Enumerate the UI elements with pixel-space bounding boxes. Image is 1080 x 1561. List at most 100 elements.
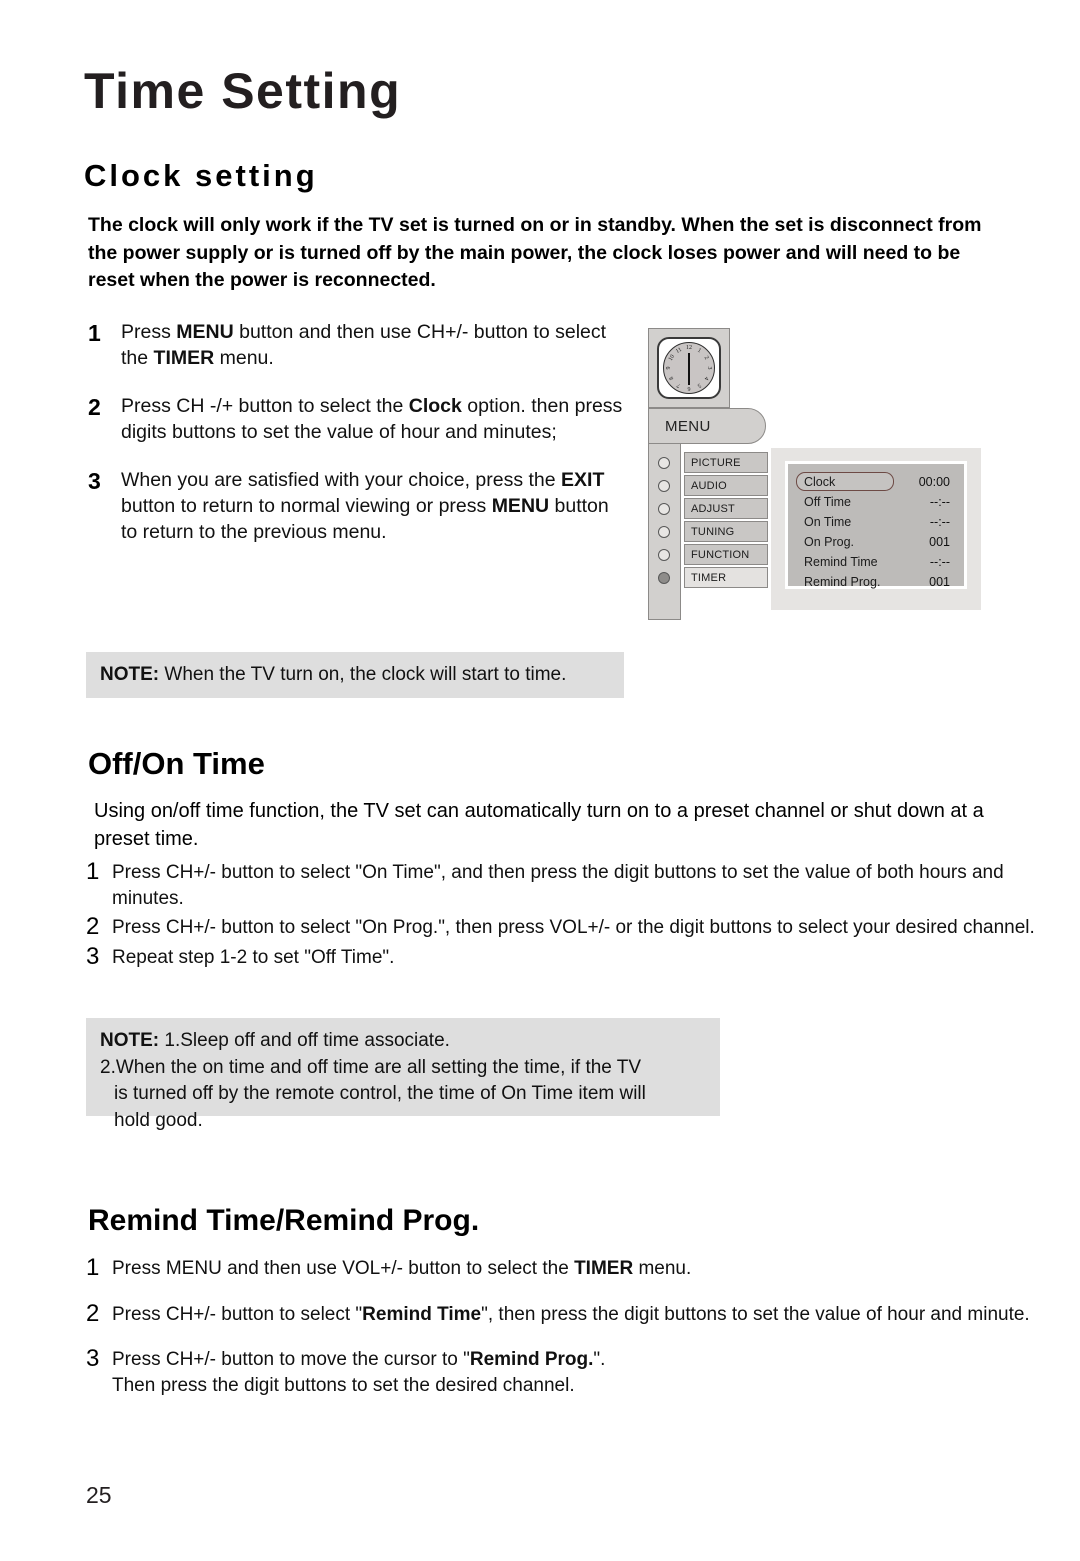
osd-row[interactable]: On Time --:--: [788, 512, 964, 532]
clock-numeral: 9: [666, 366, 672, 370]
menu-item-function[interactable]: FUNCTION: [658, 544, 768, 566]
note-line-4: hold good.: [114, 1109, 203, 1131]
menu-item-timer[interactable]: TIMER: [658, 567, 768, 589]
radio-indicator-icon: [658, 572, 670, 584]
menu-item-label: TUNING: [691, 526, 735, 538]
note-line-2: 2.When the on time and off time are all …: [100, 1056, 642, 1078]
analog-clock-icon: 12 1 2 3 4 5 6 7 8 9 10 11: [657, 337, 721, 399]
osd-row-value: --:--: [929, 495, 950, 509]
osd-row[interactable]: Remind Prog. 001: [788, 572, 964, 592]
osd-row[interactable]: Clock 00:00: [788, 472, 964, 492]
menu-item-box: TIMER: [684, 567, 768, 588]
step-number: 3: [86, 1345, 100, 1373]
menu-item-box: PICTURE: [684, 452, 768, 473]
menu-item-audio[interactable]: AUDIO: [658, 475, 768, 497]
clock-setting-intro: The clock will only work if the TV set i…: [88, 214, 982, 292]
step-text: When you are satisfied with your choice,…: [121, 468, 609, 543]
step-item: 3 When you are satisfied with your choic…: [88, 468, 628, 546]
step-number: 1: [86, 858, 100, 885]
clock-hands: [688, 353, 690, 385]
clock-numeral: 2: [702, 355, 710, 361]
menu-tab-label: MENU: [665, 418, 711, 435]
step-item: 2 Press CH+/- button to select "Remind T…: [86, 1299, 1036, 1328]
osd-row-label: Off Time: [804, 495, 852, 509]
menu-item-box: FUNCTION: [684, 544, 768, 565]
step-item: 1 Press CH+/- button to select "On Time"…: [86, 858, 1036, 911]
clock-dial: 12 1 2 3 4 5 6 7 8 9 10 11: [663, 342, 715, 394]
clock-numeral: 6: [687, 385, 691, 391]
menu-item-tuning[interactable]: TUNING: [658, 521, 768, 543]
clock-numeral: 4: [702, 375, 710, 381]
manual-page: Time Setting Clock setting The clock wil…: [0, 0, 1080, 1561]
step-text: Repeat step 1-2 to set "Off Time".: [112, 946, 395, 968]
step-text: Press CH+/- button to select "On Prog.",…: [112, 917, 1035, 939]
radio-indicator-icon: [658, 526, 670, 538]
step-text: Press CH+/- button to select "On Time", …: [112, 862, 1004, 909]
osd-menu-list: PICTURE AUDIO ADJUST TUNING FUNCTION TIMER: [658, 452, 768, 590]
step-number: 1: [88, 320, 101, 346]
osd-panel: Clock 00:00 Off Time --:-- On Time --:-- On Pr…: [785, 461, 967, 589]
step-number: 1: [86, 1254, 100, 1281]
step-item: 3 Press CH+/- button to move the cursor …: [86, 1345, 1036, 1398]
off-on-time-intro: Using on/off time function, the TV set c…: [94, 800, 984, 850]
menu-tab[interactable]: MENU: [648, 408, 766, 444]
osd-row-label: Remind Prog.: [804, 575, 881, 589]
off-on-time-steps: 1 Press CH+/- button to select "On Time"…: [86, 858, 1036, 975]
menu-item-label: ADJUST: [691, 503, 735, 515]
step-number: 2: [86, 1299, 100, 1327]
radio-indicator-icon: [658, 503, 670, 515]
radio-indicator-icon: [658, 480, 670, 492]
step-item: 1 Press MENU and then use VOL+/- button …: [86, 1254, 1036, 1282]
menu-item-box: AUDIO: [684, 475, 768, 496]
page-number: 25: [86, 1482, 112, 1508]
step-text: Press CH+/- button to select "Remind Tim…: [112, 1303, 1030, 1325]
osd-row[interactable]: On Prog. 001: [788, 532, 964, 552]
remind-time-steps: 1 Press MENU and then use VOL+/- button …: [86, 1254, 1036, 1419]
note-box-off-on-time: NOTE: 1.Sleep off and off time associate…: [86, 1018, 720, 1131]
clock-numeral: 1: [696, 347, 702, 355]
page-title: Time Setting: [84, 63, 402, 119]
osd-row-label: On Time: [804, 515, 852, 529]
radio-indicator-icon: [658, 457, 670, 469]
clock-setting-steps: 1 Press MENU button and then use CH+/- b…: [88, 320, 628, 567]
step-text: Press CH+/- button to move the cursor to…: [112, 1349, 606, 1396]
clock-numeral: 5: [696, 381, 702, 389]
osd-row-value: 001: [929, 535, 950, 549]
note-label: NOTE:: [100, 1030, 160, 1051]
tv-head-panel: 12 1 2 3 4 5 6 7 8 9 10 11: [648, 328, 730, 408]
osd-row[interactable]: Remind Time --:--: [788, 552, 964, 572]
step-item: 1 Press MENU button and then use CH+/- b…: [88, 320, 628, 372]
note-label: NOTE:: [100, 664, 160, 685]
step-number: 3: [86, 942, 100, 970]
clock-numeral: 7: [676, 381, 682, 389]
osd-row-label: Remind Time: [804, 555, 878, 569]
radio-indicator-icon: [658, 549, 670, 561]
osd-row-label: On Prog.: [804, 535, 855, 549]
menu-item-box: TUNING: [684, 521, 768, 542]
step-item: 2 Press CH -/+ button to select the Cloc…: [88, 394, 628, 446]
section-heading-off-on-time: Off/On Time: [88, 746, 265, 781]
clock-numeral: 3: [706, 366, 712, 370]
osd-row-value: 00:00: [918, 475, 950, 489]
osd-row-value: --:--: [929, 515, 950, 529]
menu-item-label: TIMER: [691, 572, 727, 584]
clock-numeral: 10: [667, 353, 676, 363]
osd-row-list: Clock 00:00 Off Time --:-- On Time --:-- On Pr…: [788, 472, 964, 592]
clock-numeral: 11: [674, 346, 684, 355]
menu-item-label: AUDIO: [691, 480, 727, 492]
note-line-1: 1.Sleep off and off time associate.: [159, 1030, 450, 1051]
menu-item-picture[interactable]: PICTURE: [658, 452, 768, 474]
step-number: 2: [86, 913, 100, 941]
osd-row[interactable]: Off Time --:--: [788, 492, 964, 512]
step-text: Press MENU and then use VOL+/- button to…: [112, 1258, 692, 1279]
note-line-3: is turned off by the remote control, the…: [114, 1083, 646, 1105]
menu-item-label: FUNCTION: [691, 549, 750, 561]
clock-numeral: 8: [668, 375, 676, 381]
tv-osd-diagram: 12 1 2 3 4 5 6 7 8 9 10 11 MENU PICTURE AUDIO ADJUST T…: [648, 328, 996, 620]
note-box-clock: NOTE: When the TV turn on, the clock wil…: [86, 652, 624, 698]
menu-item-label: PICTURE: [691, 457, 741, 469]
menu-item-adjust[interactable]: ADJUST: [658, 498, 768, 520]
osd-row-label: Clock: [804, 475, 836, 489]
osd-row-value: 001: [929, 575, 950, 589]
step-text: Press CH -/+ button to select the Clock …: [121, 394, 623, 443]
